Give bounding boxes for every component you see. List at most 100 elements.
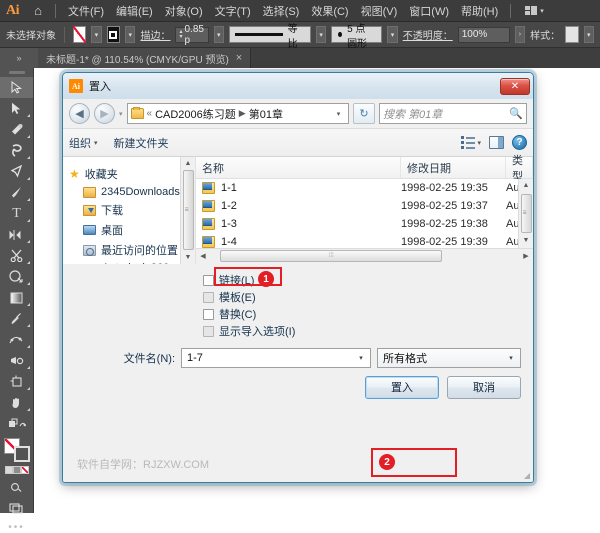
checkbox-box[interactable] <box>203 325 214 337</box>
forward-button[interactable]: ▶ <box>94 103 115 124</box>
preview-pane-icon[interactable] <box>489 136 504 149</box>
color-mode-buttons[interactable] <box>0 464 33 476</box>
tool-scissors[interactable] <box>0 245 33 266</box>
stroke-weight-stepper[interactable]: ▴ ▾ <box>179 29 182 40</box>
scrollbar-thumb[interactable] <box>182 170 194 251</box>
breadcrumb-item-2[interactable]: 第01章 <box>249 106 283 122</box>
stroke-profile-select[interactable]: 等比 <box>228 24 311 50</box>
graphic-style-swatch[interactable] <box>565 26 579 43</box>
fill-stroke-indicator[interactable] <box>0 434 33 464</box>
brush-caret[interactable]: ▾ <box>387 26 398 43</box>
sidebar-item-2345downloads[interactable]: 2345Downloads <box>69 184 195 200</box>
tool-draw-mode[interactable] <box>0 476 33 497</box>
tool-lasso[interactable] <box>0 140 33 161</box>
fill-dropdown-caret[interactable]: ▾ <box>91 26 102 43</box>
brush-definition-select[interactable]: 5 点圆形 <box>331 24 383 50</box>
checkbox-box[interactable] <box>203 291 214 303</box>
menu-select[interactable]: 选择(S) <box>257 1 306 21</box>
chevron-down-icon[interactable]: ▾ <box>504 354 518 362</box>
style-caret[interactable]: ▾ <box>583 26 594 43</box>
checkbox-box[interactable] <box>203 308 214 320</box>
sidebar-item-desktop[interactable]: 桌面 <box>69 220 195 240</box>
refresh-button[interactable]: ↻ <box>353 103 375 124</box>
view-mode-icon[interactable]: ▾ <box>461 136 481 149</box>
panel-expand-toggle[interactable]: » <box>0 48 38 68</box>
tool-eyedropper[interactable] <box>0 308 33 329</box>
tool-symbol-sprayer[interactable] <box>0 350 33 371</box>
gradient-mode-icon[interactable] <box>12 466 21 474</box>
tool-direct-selection[interactable] <box>0 98 33 119</box>
menu-effect[interactable]: 效果(C) <box>305 1 354 21</box>
menu-window[interactable]: 窗口(W) <box>403 1 455 21</box>
breadcrumb-overflow-icon[interactable]: « <box>147 108 153 119</box>
menu-type[interactable]: 文字(T) <box>209 1 257 21</box>
help-icon[interactable]: ? <box>512 135 527 150</box>
opacity-caret[interactable]: › <box>514 26 526 43</box>
stroke-weight-caret[interactable]: ▾ <box>213 26 224 43</box>
tool-hand[interactable] <box>0 392 33 413</box>
table-row[interactable]: 1-4 1998-02-25 19:39 Au <box>196 233 533 248</box>
checkbox-box[interactable] <box>203 274 214 286</box>
scroll-down-icon[interactable]: ▼ <box>518 233 533 248</box>
tool-transform-each[interactable] <box>0 413 33 434</box>
close-icon[interactable]: ✕ <box>500 77 530 95</box>
scroll-left-icon[interactable]: ◀ <box>196 252 210 260</box>
scroll-up-icon[interactable]: ▲ <box>180 157 195 170</box>
column-header-type[interactable]: 类型 <box>506 155 533 183</box>
checkbox-replace[interactable]: 替换(C) <box>203 306 533 323</box>
scroll-up-icon[interactable]: ▲ <box>518 179 533 193</box>
tool-shape-builder[interactable] <box>0 266 33 287</box>
document-tab[interactable]: 未标题-1* @ 110.54% (CMYK/GPU 预览) × <box>38 48 252 68</box>
table-row[interactable]: 1-2 1998-02-25 19:37 Au <box>196 197 533 215</box>
table-row[interactable]: 1-3 1998-02-25 19:38 Au <box>196 215 533 233</box>
tool-magic-wand[interactable] <box>0 119 33 140</box>
tools-panel-grip[interactable] <box>0 68 33 77</box>
filetype-select[interactable]: 所有格式 ▾ <box>377 347 521 368</box>
file-list-horizontal-scrollbar[interactable]: ◀ ⦙⦙⦙ ▶ <box>196 247 533 264</box>
back-button[interactable]: ◀ <box>69 103 90 124</box>
address-bar[interactable]: « CAD2006练习题 ▶ 第01章 ▾ <box>126 103 349 124</box>
place-button[interactable]: 置入 <box>365 375 439 399</box>
checkbox-template[interactable]: 模板(E) <box>203 289 533 306</box>
tool-blend[interactable] <box>0 329 33 350</box>
tool-screen-mode[interactable] <box>0 497 33 518</box>
opacity-input[interactable]: 100% <box>457 26 510 43</box>
menu-object[interactable]: 对象(O) <box>159 1 209 21</box>
sidebar-item-downloads[interactable]: 下载 <box>69 200 195 220</box>
chevron-down-icon[interactable]: ▾ <box>354 354 368 362</box>
favorites-header[interactable]: ★ 收藏夹 <box>69 164 195 184</box>
scrollbar-thumb[interactable] <box>520 193 532 233</box>
stroke-weight-input[interactable]: ▴ ▾ 0.85 p <box>175 24 209 46</box>
fill-color-swatch[interactable] <box>72 26 87 43</box>
breadcrumb-item-1[interactable]: CAD2006练习题 <box>155 106 236 122</box>
file-list-vertical-scrollbar[interactable]: ▲ ▼ <box>518 179 533 248</box>
column-header-name[interactable]: 名称 <box>196 157 401 178</box>
navigation-pane-scrollbar[interactable]: ▲ ▼ <box>180 157 195 264</box>
scrollbar-track[interactable]: ⦙⦙⦙ <box>210 250 519 262</box>
stroke-dropdown-caret[interactable]: ▾ <box>125 26 136 43</box>
dialog-title-bar[interactable]: Ai 置入 ✕ <box>63 73 533 99</box>
organize-button[interactable]: 组织 ▾ <box>69 135 98 151</box>
stroke-profile-caret[interactable]: ▾ <box>315 26 327 43</box>
tool-paintbrush[interactable] <box>0 182 33 203</box>
filename-input[interactable]: 1-7 ▾ <box>181 347 371 368</box>
resize-grip-icon[interactable]: ◢ <box>524 471 530 480</box>
scroll-down-icon[interactable]: ▼ <box>180 251 195 264</box>
workspace-switcher[interactable]: ▾ <box>525 6 544 15</box>
home-icon[interactable]: ⌂ <box>27 3 49 18</box>
stroke-color-swatch[interactable] <box>106 26 121 43</box>
tool-selection[interactable] <box>0 77 33 98</box>
scroll-right-icon[interactable]: ▶ <box>519 252 533 260</box>
color-mode-icon[interactable] <box>4 466 13 474</box>
cancel-button[interactable]: 取消 <box>447 375 521 399</box>
new-folder-button[interactable]: 新建文件夹 <box>114 135 169 151</box>
none-mode-icon[interactable] <box>20 466 29 474</box>
table-row[interactable]: 1-1 1998-02-25 19:35 Au <box>196 179 533 197</box>
menu-view[interactable]: 视图(V) <box>355 1 404 21</box>
tool-reflect[interactable] <box>0 224 33 245</box>
close-icon[interactable]: × <box>236 52 242 64</box>
recent-locations-caret[interactable]: ▾ <box>119 110 123 118</box>
menu-help[interactable]: 帮助(H) <box>455 1 504 21</box>
tools-more-icon[interactable]: ••• <box>0 518 33 533</box>
chevron-down-icon[interactable]: ▾ <box>331 110 346 118</box>
